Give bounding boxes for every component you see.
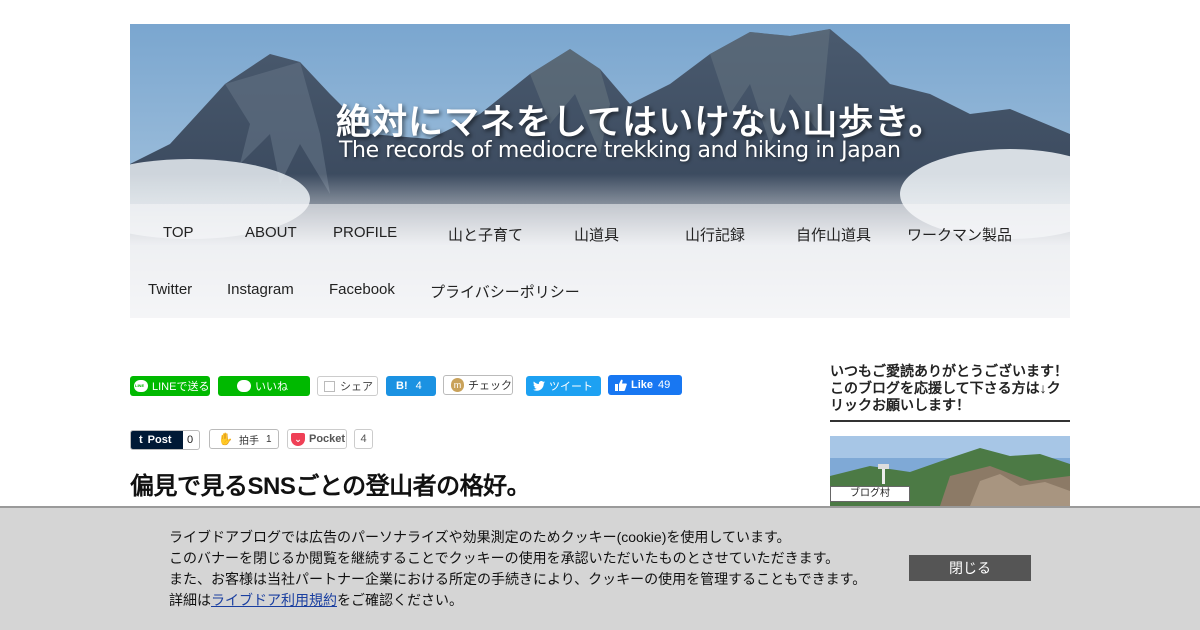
clapping-hand-icon: ✋ xyxy=(218,432,233,446)
line-icon xyxy=(134,380,148,392)
hatena-count: 4 xyxy=(415,380,422,392)
tweet-label: ツイート xyxy=(549,381,593,393)
facebook-share-label: シェア xyxy=(340,381,373,393)
nav-item-trip-records[interactable]: 山行記録 xyxy=(685,224,745,245)
nav-item-instagram[interactable]: Instagram xyxy=(227,281,294,298)
line-send-label: LINEで送る xyxy=(152,381,210,393)
tumblr-icon: t xyxy=(139,434,143,446)
pocket-count: 4 xyxy=(354,429,373,449)
terms-of-use-link[interactable]: ライブドア利用規約 xyxy=(211,592,337,608)
nav-item-twitter[interactable]: Twitter xyxy=(148,281,192,298)
nav-item-workman[interactable]: ワークマン製品 xyxy=(907,224,1012,245)
hakushu-count: 1 xyxy=(265,433,272,445)
tweet-button[interactable]: ツイート xyxy=(526,376,601,396)
hatena-bookmark-button[interactable]: B! 4 xyxy=(386,376,436,396)
pocket-label: Pocket xyxy=(309,433,346,445)
hakushu-label: 拍手 xyxy=(238,435,259,447)
blog-ranking-banner[interactable]: ブログ村 xyxy=(830,436,1070,506)
site-subtitle: The records of mediocre trekking and hik… xyxy=(339,138,901,163)
mixi-icon: m xyxy=(451,378,464,392)
nav-item-top[interactable]: TOP xyxy=(163,224,194,241)
cookie-details-prefix: 詳細は xyxy=(169,592,211,608)
checkbox-icon xyxy=(324,380,335,392)
pocket-icon: ⌄ xyxy=(291,432,305,446)
global-nav: TOP ABOUT PROFILE 山と子育て 山道具 山行記録 自作山道具 ワ… xyxy=(130,204,1070,318)
facebook-like-label: Like xyxy=(631,379,654,391)
facebook-like-count: 49 xyxy=(658,379,671,391)
mixi-check-label: チェック xyxy=(468,380,512,392)
tumblr-count: 0 xyxy=(187,434,194,446)
facebook-like-button[interactable]: Like 49 xyxy=(608,375,682,395)
pocket-button[interactable]: ⌄ Pocket xyxy=(287,429,347,449)
thumbs-up-icon xyxy=(615,379,627,391)
mixi-check-button[interactable]: m チェック xyxy=(443,375,513,395)
nav-item-facebook[interactable]: Facebook xyxy=(329,281,395,298)
line-icon xyxy=(237,380,251,392)
cookie-line-2: このバナーを閉じるか閲覧を継続することでクッキーの使用を承認いただいたものとさせ… xyxy=(169,550,840,566)
nav-item-about[interactable]: ABOUT xyxy=(245,224,297,241)
line-send-button[interactable]: LINEで送る xyxy=(130,376,210,396)
cookie-notice-text: ライブドアブログでは広告のパーソナライズや効果測定のためクッキー(cookie)… xyxy=(169,527,866,611)
line-like-label: いいね xyxy=(255,381,288,393)
hatena-icon: B! xyxy=(396,380,408,392)
cookie-banner: ライブドアブログでは広告のパーソナライズや効果測定のためクッキー(cookie)… xyxy=(0,506,1200,630)
close-button[interactable]: 閉じる xyxy=(909,555,1031,581)
nav-item-profile[interactable]: PROFILE xyxy=(333,224,397,241)
nav-item-privacy-policy[interactable]: プライバシーポリシー xyxy=(430,281,580,302)
cookie-line-3: また、お客様は当社パートナー企業における所定の手続きにより、クッキーの使用を管理… xyxy=(169,571,867,587)
article-title[interactable]: 偏見で見るSNSごとの登山者の格好。 xyxy=(130,466,531,501)
tumblr-post-button[interactable]: t Post 0 xyxy=(130,430,200,450)
tumblr-post-label: Post xyxy=(147,434,172,446)
nav-item-parenting[interactable]: 山と子育て xyxy=(448,224,523,245)
cookie-details-suffix: をご確認ください。 xyxy=(337,592,463,608)
tumblr-post-tab: t Post xyxy=(131,431,183,449)
line-like-button[interactable]: いいね xyxy=(218,376,310,396)
facebook-share-button[interactable]: シェア xyxy=(317,376,378,396)
sidebar-heading: いつもご愛読ありがとうございます！このブログを応援して下さる方は↓クリックお願い… xyxy=(830,363,1070,422)
site-header: 絶対にマネをしてはいけない山歩き。 The records of mediocr… xyxy=(130,24,1070,318)
cookie-line-4: 詳細はライブドア利用規約をご確認ください。 xyxy=(169,590,866,611)
blogmura-label: ブログ村 xyxy=(830,486,910,502)
nav-item-gear[interactable]: 山道具 xyxy=(574,224,619,245)
hakushu-button[interactable]: ✋ 拍手 1 xyxy=(209,429,279,449)
cookie-line-1: ライブドアブログでは広告のパーソナライズや効果測定のためクッキー(cookie)… xyxy=(169,529,791,545)
nav-item-diy-gear[interactable]: 自作山道具 xyxy=(796,224,871,245)
twitter-bird-icon xyxy=(533,381,545,391)
